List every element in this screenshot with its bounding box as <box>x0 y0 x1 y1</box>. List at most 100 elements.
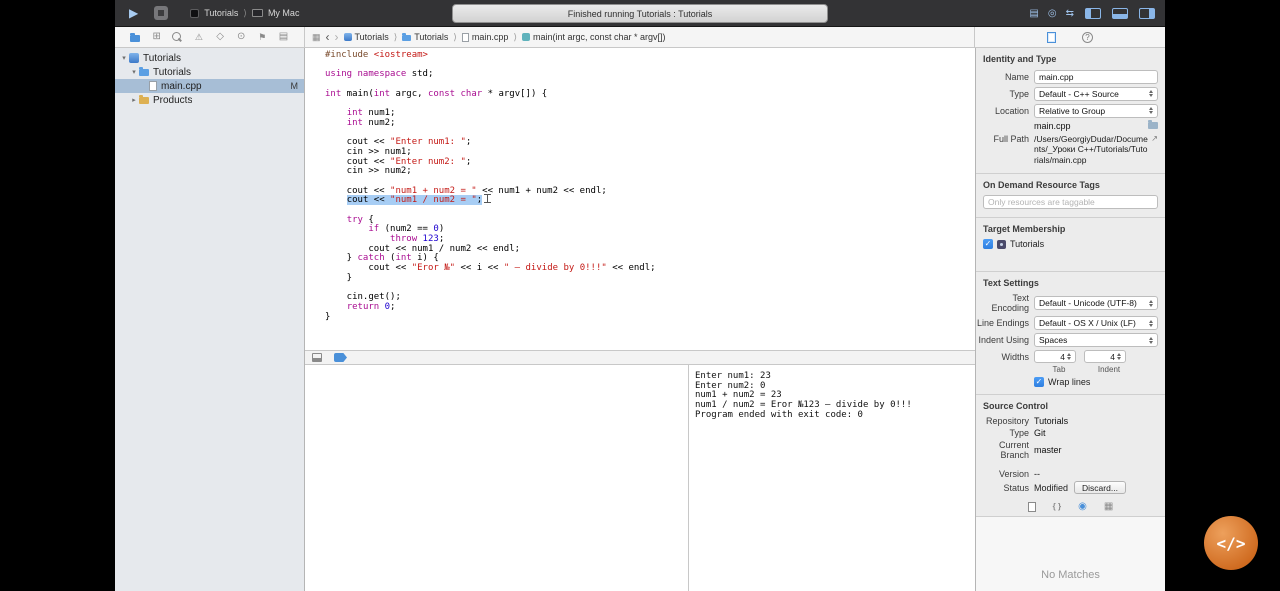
forward-button[interactable] <box>335 31 339 43</box>
dropdown-arrows-icon <box>1147 105 1155 117</box>
disclosure-triangle-icon[interactable]: ▾ <box>129 68 139 76</box>
code-watermark-logo: </> <box>1204 516 1258 570</box>
line-endings-label: Line Endings <box>976 318 1029 328</box>
object-library-icon[interactable] <box>1078 502 1087 512</box>
no-matches-text: No Matches <box>1041 569 1100 581</box>
code-line: using namespace std; <box>325 69 434 80</box>
open-path-icon[interactable] <box>1151 134 1158 143</box>
version-value: -- <box>1034 469 1040 479</box>
code-snippets-icon[interactable] <box>1053 502 1061 512</box>
project-icon <box>129 53 139 63</box>
target-name: Tutorials <box>1010 239 1045 249</box>
breadcrumb-item[interactable]: main.cpp <box>461 32 508 42</box>
library-pane: No Matches <box>976 517 1165 591</box>
symbols-navigator-icon[interactable] <box>150 31 163 44</box>
file-icon <box>461 32 469 42</box>
toggle-navigator-button[interactable] <box>1085 8 1101 19</box>
breakpoints-navigator-icon[interactable] <box>256 31 269 44</box>
location-file-name: main.cpp <box>1034 120 1071 131</box>
file-templates-icon[interactable] <box>1027 501 1036 512</box>
name-field[interactable] <box>1034 69 1158 84</box>
scheme-selector[interactable]: Tutorials My Mac <box>190 8 299 19</box>
code-line: } <box>325 311 331 322</box>
navigator-item-label: Products <box>153 94 193 106</box>
target-checkbox[interactable] <box>983 239 993 249</box>
disclosure-triangle-icon[interactable]: ▸ <box>129 96 139 104</box>
console-output[interactable]: Enter num1: 23 Enter num2: 0 num1 + num2 =… <box>688 365 975 591</box>
folder-yellow-icon <box>139 94 149 104</box>
toggle-utilities-button[interactable] <box>1139 8 1155 19</box>
disclosure-triangle-icon[interactable]: ▾ <box>119 54 129 62</box>
navigator-item-main-cpp[interactable]: main.cpp M <box>115 79 304 93</box>
navigator-item-products[interactable]: ▸ Products <box>115 93 304 107</box>
media-library-icon[interactable] <box>1104 502 1113 512</box>
odr-tags-input[interactable] <box>983 195 1158 209</box>
toggle-debug-area-button[interactable] <box>1112 8 1128 19</box>
project-navigator-icon[interactable] <box>129 31 142 44</box>
breakpoints-button[interactable] <box>334 353 347 362</box>
choose-folder-icon[interactable] <box>1148 120 1158 129</box>
indent-width-stepper[interactable]: 4 <box>1084 350 1126 363</box>
issues-navigator-icon[interactable] <box>192 31 205 44</box>
odr-section: On Demand Resource Tags <box>976 174 1165 218</box>
code-line: int main(int argc, const char * argv[]) … <box>325 88 548 99</box>
console-line: Program ended with exit code: 0 <box>695 409 863 420</box>
line-endings-dropdown[interactable]: Default - OS X / Unix (LF) <box>1034 316 1158 330</box>
fullpath-value: /Users/GeorgiyDudar/Documents/_Уроки C++… <box>1034 133 1148 165</box>
type-dropdown[interactable]: Default - C++ Source <box>1034 86 1158 101</box>
breadcrumb-label: main(int argc, const char * argv[]) <box>532 32 666 42</box>
tab-width-stepper[interactable]: 4 <box>1034 350 1076 363</box>
indent-using-label: Indent Using <box>978 335 1029 345</box>
debug-bar <box>305 350 975 365</box>
indent-caption: Indent <box>1097 364 1121 374</box>
code-line: return 0; <box>346 301 396 312</box>
debug-navigator-icon[interactable] <box>235 31 248 44</box>
tests-navigator-icon[interactable] <box>214 31 227 44</box>
reports-navigator-icon[interactable] <box>277 31 290 44</box>
modified-status-badge: M <box>290 81 299 91</box>
debug-area-toggle-icon[interactable] <box>312 353 322 362</box>
file-inspector: Identity and Type Name Type Default - C+… <box>976 48 1165 497</box>
status-value: Modified <box>1034 482 1069 493</box>
text-settings-title: Text Settings <box>983 277 1039 288</box>
back-button[interactable] <box>326 31 330 43</box>
current-branch-value: master <box>1034 445 1062 455</box>
stop-button[interactable] <box>154 6 169 20</box>
file-inspector-icon[interactable] <box>1047 31 1056 43</box>
navigator-item-tutorials[interactable]: ▾ Tutorials <box>115 65 304 79</box>
version-editor-icon[interactable] <box>1066 9 1074 19</box>
text-cursor <box>484 194 491 203</box>
target-icon <box>997 239 1006 249</box>
version-label: Version <box>998 469 1029 479</box>
stepper-arrows-icon <box>1115 351 1123 362</box>
sc-type-value: Git <box>1034 428 1046 438</box>
wrap-lines-checkbox[interactable] <box>1034 376 1044 387</box>
source-editor[interactable]: #include <iostream> using namespace std;… <box>305 48 975 350</box>
navigator-item-tutorials[interactable]: ▾ Tutorials <box>115 51 304 65</box>
code-lines: #include <iostream> using namespace std;… <box>325 50 656 322</box>
breadcrumb-item[interactable]: main(int argc, const char * argv[]) <box>521 32 666 42</box>
folder-icon <box>402 33 412 41</box>
activity-viewer: Finished running Tutorials : Tutorials <box>452 4 828 23</box>
indent-using-dropdown[interactable]: Spaces <box>1034 333 1158 347</box>
navigator-tree: ▾ Tutorials ▾ Tutorials main.cpp M ▸ Products <box>115 51 304 107</box>
related-items-icon[interactable] <box>312 32 321 43</box>
discard-button[interactable]: Discard... <box>1074 481 1126 494</box>
sc-type-label: Type <box>1009 428 1029 438</box>
encoding-dropdown[interactable]: Default - Unicode (UTF-8) <box>1034 296 1158 310</box>
tab-caption: Tab <box>1052 364 1066 374</box>
breadcrumb-separator <box>453 32 457 43</box>
find-navigator-icon[interactable] <box>171 31 184 44</box>
quick-help-icon[interactable] <box>1082 31 1093 43</box>
breadcrumb-item[interactable]: Tutorials <box>402 32 448 42</box>
assistant-editor-icon[interactable] <box>1048 9 1057 19</box>
name-label: Name <box>1004 71 1029 82</box>
variables-view[interactable] <box>305 365 688 591</box>
standard-editor-icon[interactable] <box>1029 9 1038 19</box>
breadcrumb-item[interactable]: Tutorials <box>343 32 389 42</box>
source-control-section: Source Control Repository Tutorials Type… <box>976 395 1165 497</box>
run-button[interactable] <box>129 7 138 19</box>
code-line: } <box>325 272 353 283</box>
code-line: cout << "Eror №" << i << " — divide by 0… <box>325 263 656 274</box>
location-dropdown[interactable]: Relative to Group <box>1034 103 1158 118</box>
